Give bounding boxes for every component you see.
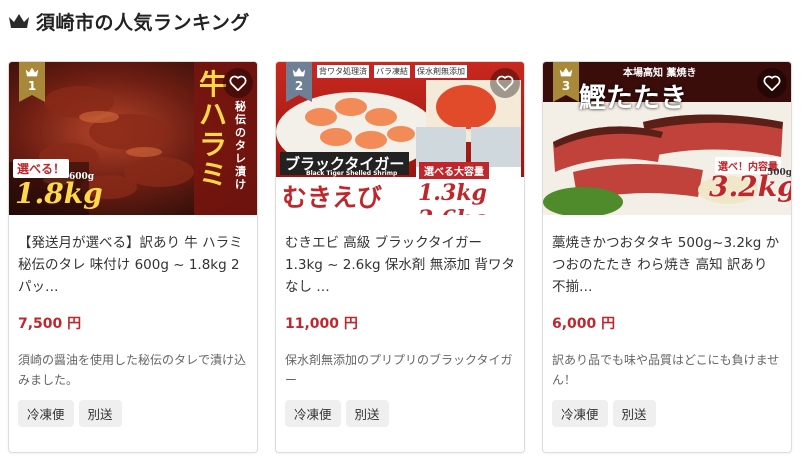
- ranking-card-2[interactable]: 背ワタ処理済 バラ凍結 保水剤無添加 ブラックタイガー Black Tiger …: [275, 61, 525, 453]
- product-price: 6,000 円: [552, 316, 616, 332]
- rank-badge: 2: [286, 62, 312, 102]
- tag-separate-shipping: 別送: [78, 400, 122, 427]
- product-description: 訳あり品でも味や品質はどこにも負けません！: [552, 353, 780, 387]
- image-label-row: 背ワタ処理済 バラ凍結 保水剤無添加: [316, 64, 468, 79]
- rank-badge: 1: [19, 62, 45, 102]
- image-sub-weight: 500g: [767, 168, 792, 178]
- tag-frozen: 冷凍便: [552, 400, 608, 427]
- ranking-card-3[interactable]: 本場高知 藁焼き 鰹たたき 選べ！内容量 3.2kg 500g 3 藁焼きかつお…: [542, 61, 792, 453]
- product-description: 保水剤無添加のプリプリのブラックタイガー: [285, 353, 513, 387]
- image-en-text: Black Tiger Shelled Shrimp: [306, 170, 398, 177]
- section-title: 須崎市の人気ランキング: [36, 11, 250, 34]
- crown-icon: [9, 14, 29, 28]
- tag-separate-shipping: 別送: [345, 400, 389, 427]
- rank-badge: 3: [553, 62, 579, 102]
- product-description: 須崎の醤油を使用した秘伝のタレで漬け込みました。: [18, 353, 247, 387]
- heart-icon: [496, 75, 514, 91]
- favorite-button[interactable]: [223, 68, 253, 98]
- product-title[interactable]: 藁焼きかつおタタキ 500g~3.2kg かつおのたたき わら焼き 高知 訳あり…: [552, 232, 782, 298]
- product-image[interactable]: 背ワタ処理済 バラ凍結 保水剤無添加 ブラックタイガー Black Tiger …: [276, 62, 524, 215]
- heart-icon: [763, 75, 781, 91]
- heart-icon: [229, 75, 247, 91]
- tag-frozen: 冷凍便: [18, 400, 74, 427]
- image-sub-weight: 600g: [69, 172, 95, 182]
- image-weight: 1.3kg 2.6kg: [418, 180, 487, 215]
- ranking-card-1[interactable]: 牛ハラミ 秘伝のタレ漬け 選べる！ 1.8kg 600g 1 【発送月が選べる】…: [8, 61, 258, 453]
- crown-icon: [559, 67, 573, 77]
- favorite-button[interactable]: [757, 68, 787, 98]
- tag-frozen: 冷凍便: [285, 400, 341, 427]
- product-image[interactable]: 本場高知 藁焼き 鰹たたき 選べ！内容量 3.2kg 500g 3: [543, 62, 792, 215]
- image-main-text: むきえび: [282, 183, 383, 212]
- favorite-button[interactable]: [490, 68, 520, 98]
- tag-separate-shipping: 別送: [612, 400, 656, 427]
- image-main-text: 鰹たたき: [579, 83, 687, 114]
- tag-list: 冷凍便 別送: [18, 400, 248, 427]
- product-price: 11,000 円: [285, 316, 358, 332]
- product-image[interactable]: 牛ハラミ 秘伝のタレ漬け 選べる！ 1.8kg 600g 1: [9, 62, 257, 215]
- image-badge: 選べる！: [13, 159, 70, 178]
- tag-list: 冷凍便 別送: [552, 400, 782, 427]
- crown-icon: [25, 67, 39, 77]
- crown-icon: [292, 67, 306, 77]
- ranking-list: 牛ハラミ 秘伝のタレ漬け 選べる！ 1.8kg 600g 1 【発送月が選べる】…: [8, 61, 792, 453]
- section-header: 須崎市の人気ランキング: [8, 6, 250, 36]
- image-side-text: 秘伝のタレ漬け: [235, 100, 246, 191]
- product-title[interactable]: 【発送月が選べる】訳あり 牛 ハラミ 秘伝のタレ 味付け 600g ~ 1.8k…: [18, 232, 248, 298]
- tag-list: 冷凍便 別送: [285, 400, 515, 427]
- product-price: 7,500 円: [18, 316, 82, 332]
- product-title[interactable]: むきエビ 高級 ブラックタイガー 1.3kg ~ 2.6kg 保水剤 無添加 背…: [285, 232, 515, 298]
- image-badge: 選べる大容量: [419, 162, 489, 179]
